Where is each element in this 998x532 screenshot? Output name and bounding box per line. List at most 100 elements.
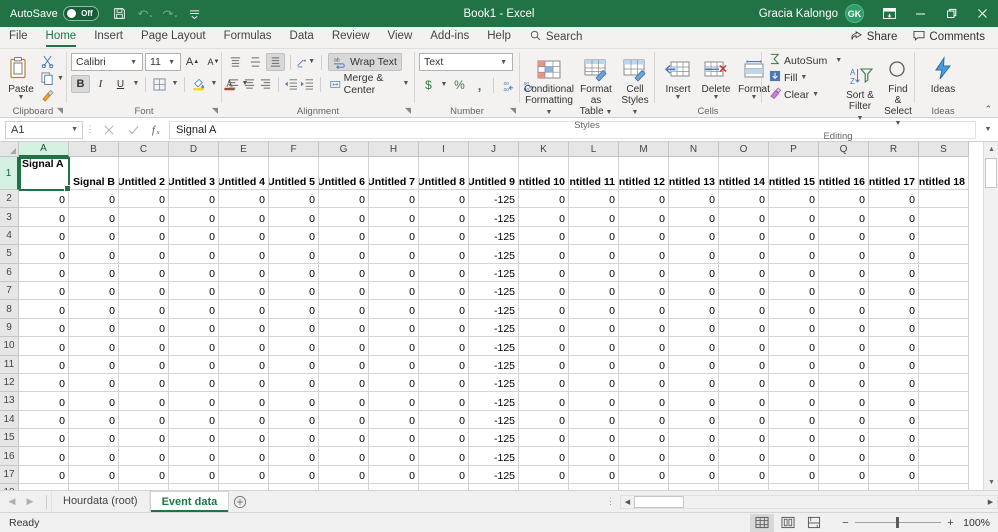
cell-R11[interactable]: 0 xyxy=(869,355,919,374)
cell-F2[interactable]: 0 xyxy=(269,190,319,209)
cell-styles-button[interactable]: Cell Styles ▼ xyxy=(618,52,652,119)
cell-M17[interactable]: 0 xyxy=(619,465,669,485)
zoom-slider[interactable] xyxy=(855,516,941,530)
column-header-O[interactable]: O xyxy=(719,142,769,157)
insert-cells-caret-icon[interactable]: ▼ xyxy=(675,94,682,101)
cell-N9[interactable]: 0 xyxy=(669,318,719,338)
cell-M6[interactable]: 0 xyxy=(619,263,669,282)
cell-H11[interactable]: 0 xyxy=(369,355,419,374)
cell-L2[interactable]: 0 xyxy=(569,190,619,209)
cell-R6[interactable]: 0 xyxy=(869,263,919,282)
align-top-button[interactable] xyxy=(226,53,245,71)
cell-F11[interactable]: 0 xyxy=(269,355,319,374)
scroll-up-arrow-icon[interactable]: ▲ xyxy=(984,142,998,157)
cell-I17[interactable]: 0 xyxy=(419,465,469,485)
collapse-ribbon-button[interactable]: ⌃ xyxy=(984,104,992,115)
cell-F14[interactable]: 0 xyxy=(269,410,319,430)
cell-J3[interactable]: -125 xyxy=(469,208,519,227)
cell-D12[interactable]: 0 xyxy=(169,373,219,393)
cell-D13[interactable]: 0 xyxy=(169,392,219,411)
align-center-button[interactable] xyxy=(242,75,257,93)
fill-caret-icon[interactable]: ▼ xyxy=(800,74,807,81)
wrap-text-button[interactable]: ab Wrap Text xyxy=(328,53,402,71)
row-header-14[interactable]: 14 xyxy=(0,410,19,430)
cell-R3[interactable]: 0 xyxy=(869,208,919,227)
cell-Q2[interactable]: 0 xyxy=(819,190,869,209)
cell-H16[interactable]: 0 xyxy=(369,447,419,466)
cell-I4[interactable]: 0 xyxy=(419,226,469,246)
cell-A14[interactable]: 0 xyxy=(19,410,69,430)
font-size-caret-icon[interactable]: ▼ xyxy=(165,59,178,66)
cell-O9[interactable]: 0 xyxy=(719,318,769,338)
ideas-button[interactable]: Ideas xyxy=(924,52,962,97)
cell-S5[interactable] xyxy=(919,245,969,264)
cell-F6[interactable]: 0 xyxy=(269,263,319,282)
cell-M11[interactable]: 0 xyxy=(619,355,669,374)
clipboard-dialog-launcher-icon[interactable]: ◥ xyxy=(57,104,63,117)
cell-D6[interactable]: 0 xyxy=(169,263,219,282)
name-box-caret-icon[interactable]: ▼ xyxy=(71,126,82,133)
cell-M4[interactable]: 0 xyxy=(619,226,669,246)
merge-center-button[interactable]: Merge & Center ▼ xyxy=(327,72,412,96)
cell-G6[interactable]: 0 xyxy=(319,263,369,282)
cell-M9[interactable]: 0 xyxy=(619,318,669,338)
cell-I9[interactable]: 0 xyxy=(419,318,469,338)
tab-page-layout[interactable]: Page Layout xyxy=(132,26,215,48)
cell-J14[interactable]: -125 xyxy=(469,410,519,430)
tab-view[interactable]: View xyxy=(379,26,422,48)
cell-O5[interactable]: 0 xyxy=(719,245,769,264)
cell-M16[interactable]: 0 xyxy=(619,447,669,466)
borders-button[interactable] xyxy=(150,75,169,93)
cell-P17[interactable]: 0 xyxy=(769,465,819,485)
scroll-down-arrow-icon[interactable]: ▼ xyxy=(984,475,998,490)
merge-center-caret-icon[interactable]: ▼ xyxy=(402,80,409,87)
cell-A6[interactable]: 0 xyxy=(19,263,69,282)
cell-H6[interactable]: 0 xyxy=(369,263,419,282)
cell-J12[interactable]: -125 xyxy=(469,373,519,393)
cell-B13[interactable]: 0 xyxy=(69,392,119,411)
clear-caret-icon[interactable]: ▼ xyxy=(812,91,819,98)
page-layout-view-button[interactable] xyxy=(776,514,800,532)
ribbon-display-options-button[interactable] xyxy=(874,0,905,27)
cell-F3[interactable]: 0 xyxy=(269,208,319,227)
enter-icon[interactable] xyxy=(121,120,145,140)
cell-Q15[interactable]: 0 xyxy=(819,429,869,448)
cell-Q16[interactable]: 0 xyxy=(819,447,869,466)
cell-E16[interactable]: 0 xyxy=(219,447,269,466)
cell-G8[interactable]: 0 xyxy=(319,300,369,319)
column-header-R[interactable]: R xyxy=(869,142,919,157)
vertical-scroll-thumb[interactable] xyxy=(985,158,997,188)
row-header-6[interactable]: 6 xyxy=(0,263,19,282)
delete-cells-button[interactable]: Delete ▼ xyxy=(697,52,735,103)
cell-S15[interactable] xyxy=(919,429,969,448)
cell-O8[interactable]: 0 xyxy=(719,300,769,319)
cell-H10[interactable]: 0 xyxy=(369,337,419,356)
cell-K17[interactable]: 0 xyxy=(519,465,569,485)
cell-N3[interactable]: 0 xyxy=(669,208,719,227)
font-name-caret-icon[interactable]: ▼ xyxy=(127,59,140,66)
cell-H13[interactable]: 0 xyxy=(369,392,419,411)
format-cells-caret-icon[interactable]: ▼ xyxy=(751,94,758,101)
row-header-4[interactable]: 4 xyxy=(0,226,19,246)
cell-L12[interactable]: 0 xyxy=(569,373,619,393)
cell-P9[interactable]: 0 xyxy=(769,318,819,338)
cell-A15[interactable]: 0 xyxy=(19,429,69,448)
cell-H5[interactable]: 0 xyxy=(369,245,419,264)
cell-A17[interactable]: 0 xyxy=(19,465,69,485)
cell-Q7[interactable]: 0 xyxy=(819,281,869,301)
cell-Q5[interactable]: 0 xyxy=(819,245,869,264)
cell-J10[interactable]: -125 xyxy=(469,337,519,356)
cell-F5[interactable]: 0 xyxy=(269,245,319,264)
zoom-slider-knob[interactable] xyxy=(896,517,900,528)
cell-A2[interactable]: 0 xyxy=(19,190,69,209)
cell-Q10[interactable]: 0 xyxy=(819,337,869,356)
cell-D2[interactable]: 0 xyxy=(169,190,219,209)
cell-L4[interactable]: 0 xyxy=(569,226,619,246)
customize-qat-icon[interactable] xyxy=(184,4,206,24)
orientation-caret-icon[interactable]: ▼ xyxy=(308,58,315,65)
share-button[interactable]: Share xyxy=(846,29,903,45)
cell-P8[interactable]: 0 xyxy=(769,300,819,319)
sheet-next-arrow-icon[interactable]: ▶ xyxy=(22,496,38,507)
alignment-dialog-launcher-icon[interactable]: ◥ xyxy=(405,104,411,117)
cell-S6[interactable] xyxy=(919,263,969,282)
